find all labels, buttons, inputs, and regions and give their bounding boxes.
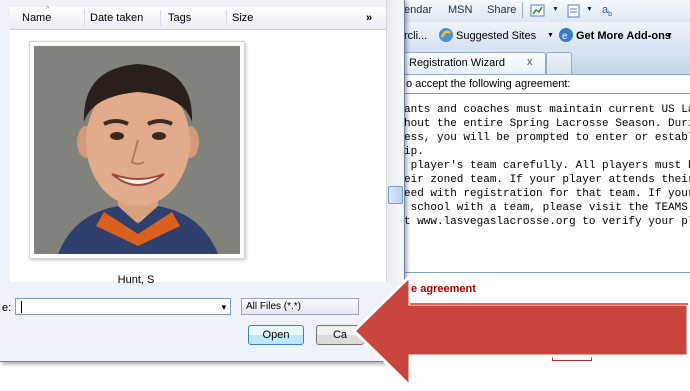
- column-separator[interactable]: [84, 10, 85, 26]
- tab-title: Registration Wizard: [409, 57, 505, 69]
- agreement-title: le agreement: [408, 283, 476, 295]
- page-icon[interactable]: [566, 4, 582, 18]
- menu-item-share[interactable]: Share: [487, 4, 516, 16]
- agreement-line: school with a team, please visit the TEA…: [404, 202, 690, 214]
- person-photo-thumbnail: [34, 46, 240, 254]
- chart-icon[interactable]: [530, 4, 548, 18]
- chevron-down-icon[interactable]: ▼: [552, 6, 559, 13]
- agreement-line: eed with registration for that team. If …: [404, 188, 690, 200]
- photo-instruction-line: nd should be at least 400 p: [552, 323, 685, 335]
- scrollbar-thumb[interactable]: [388, 186, 403, 204]
- favorites-link-truncated[interactable]: rcli...: [404, 30, 427, 42]
- photo-instruction-line: nt on your computer for uplo: [552, 308, 690, 320]
- file-list-scrollbar[interactable]: [386, 0, 403, 282]
- open-button[interactable]: Open: [248, 325, 304, 345]
- column-separator[interactable]: [160, 10, 161, 26]
- agreement-line: ip.: [404, 146, 424, 158]
- column-header: Name ^ Date taken Tags Size »: [10, 6, 386, 30]
- agreement-textarea[interactable]: ants and coaches must maintain current U…: [404, 93, 690, 273]
- browser-menu-bar: endar MSN Share ▼ ▼ ab: [404, 0, 690, 23]
- file-type-filter-label: All Files (*.*): [246, 301, 302, 312]
- text-caret: [21, 301, 22, 313]
- column-size[interactable]: Size: [232, 12, 253, 24]
- file-item[interactable]: [29, 41, 245, 259]
- filename-input[interactable]: [15, 298, 231, 315]
- chevron-down-icon[interactable]: ▼: [220, 303, 228, 312]
- menu-item-msn[interactable]: MSN: [448, 4, 472, 16]
- file-name-caption[interactable]: Hunt, S: [29, 274, 243, 286]
- browser-tab-strip: Registration Wizard x: [404, 50, 690, 75]
- page-content: o accept the following agreement: ants a…: [404, 75, 690, 391]
- column-name[interactable]: Name: [22, 12, 51, 24]
- menu-separator: [522, 2, 523, 18]
- new-tab-button[interactable]: [546, 52, 572, 74]
- file-list: Hunt, S: [10, 30, 386, 286]
- column-separator[interactable]: [226, 10, 227, 26]
- favorites-bar: rcli... Suggested Sites ▼ e Get More Add…: [404, 22, 690, 51]
- chevron-down-icon[interactable]: ▼: [586, 6, 593, 13]
- filename-label: e:: [2, 302, 12, 314]
- browse-button[interactable]: ...: [552, 343, 592, 361]
- sort-up-icon: ^: [46, 6, 50, 13]
- agreement-line: eir zoned team. If your player attends t…: [404, 174, 690, 186]
- column-tags[interactable]: Tags: [168, 12, 191, 24]
- agreement-line: ess, you will be prompted to enter or es…: [404, 132, 690, 144]
- suggested-sites-icon: [439, 28, 453, 42]
- tab-close-icon[interactable]: x: [527, 56, 533, 68]
- svg-text:e: e: [562, 31, 568, 42]
- suggested-sites-link[interactable]: Suggested Sites: [456, 30, 536, 42]
- agreement-line: ants and coaches must maintain current U…: [404, 104, 690, 116]
- column-date-taken[interactable]: Date taken: [90, 12, 143, 24]
- cancel-button[interactable]: Ca: [316, 325, 364, 345]
- file-type-filter[interactable]: All Files (*.*): [241, 298, 359, 315]
- agreement-line: player's team carefully. All players mus…: [404, 160, 690, 172]
- agreement-line: hout the entire Spring Lacrosse Season. …: [404, 118, 690, 130]
- open-file-dialog: Name ^ Date taken Tags Size » Hunt, S e:…: [0, 0, 405, 362]
- agreement-heading: o accept the following agreement:: [406, 78, 571, 90]
- chevron-down-icon[interactable]: ▼: [666, 32, 673, 39]
- chevron-down-icon[interactable]: ▼: [547, 32, 554, 39]
- more-columns-icon[interactable]: »: [366, 12, 372, 24]
- menu-item-calendar[interactable]: endar: [404, 4, 432, 16]
- translate-icon[interactable]: ab: [602, 4, 612, 18]
- addons-icon: e: [559, 28, 573, 42]
- get-addons-link[interactable]: Get More Add-ons: [576, 30, 671, 42]
- agreement-line: t www.lasvegaslacrosse.org to verify you…: [404, 216, 690, 228]
- tab-registration-wizard[interactable]: Registration Wizard x: [404, 52, 546, 74]
